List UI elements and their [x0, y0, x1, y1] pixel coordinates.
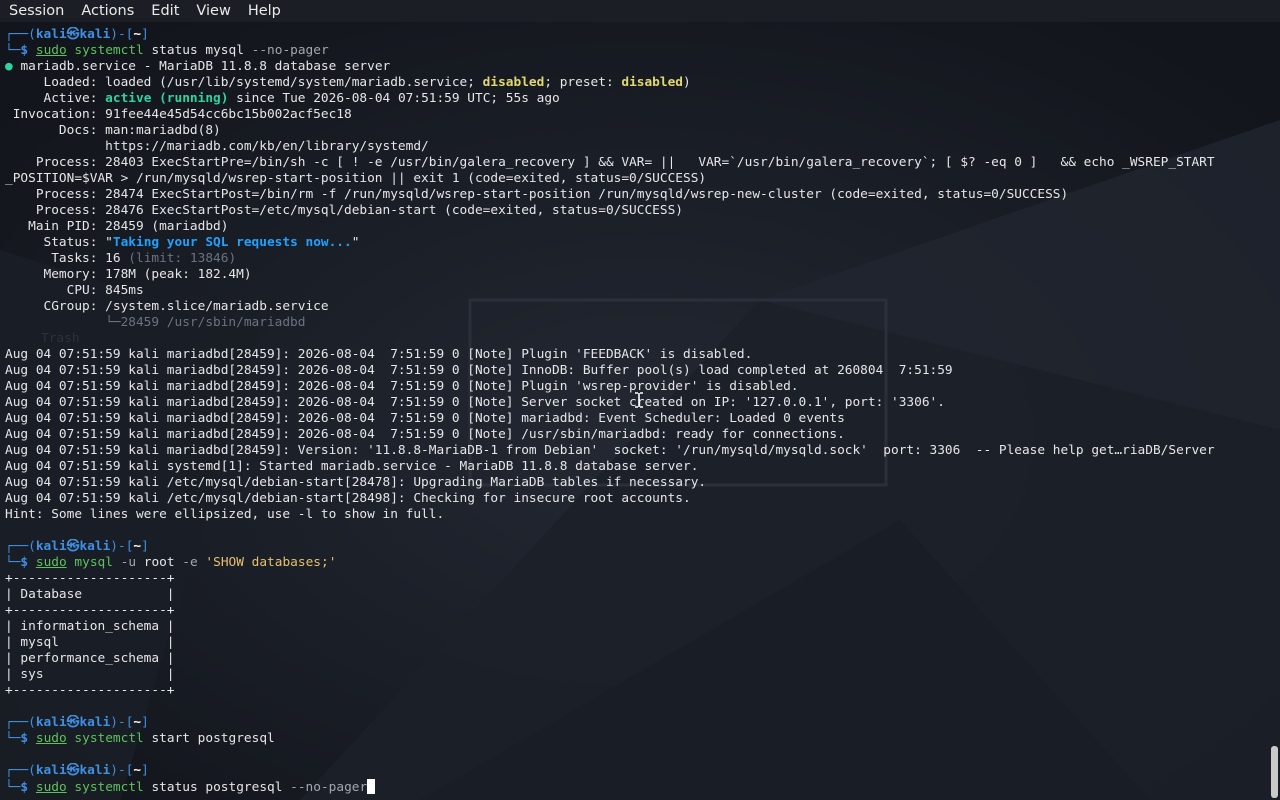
command-line-3: └─$ sudo systemctl start postgresql: [5, 731, 275, 746]
ibeam-cursor-icon: [635, 392, 643, 408]
service-header: ● mariadb.service - MariaDB 11.8.8 datab…: [5, 59, 391, 74]
status-mainpid: Main PID: 28459 (mariadbd): [5, 219, 229, 234]
terminal-output[interactable]: ┌──(kali㉿kali)-[~] └─$ sudo systemctl st…: [5, 27, 1267, 800]
journal-line: Aug 04 07:51:59 kali mariadbd[28459]: Ve…: [5, 443, 1215, 458]
status-cgroup-child: └─28459 /usr/sbin/mariadbd: [5, 315, 306, 330]
journal-line: Aug 04 07:51:59 kali /etc/mysql/debian-s…: [5, 491, 691, 506]
journal-line: Aug 04 07:51:59 kali mariadbd[28459]: 20…: [5, 411, 845, 426]
db-table-row: | mysql |: [5, 635, 175, 650]
status-memory: Memory: 178M (peak: 182.4M): [5, 267, 252, 282]
menu-session[interactable]: Session: [0, 0, 72, 22]
status-loaded: Loaded: loaded (/usr/lib/systemd/system/…: [5, 75, 691, 90]
status-process-1-wrap: _POSITION=$VAR > /run/mysqld/wsrep-start…: [5, 171, 707, 186]
db-table-border: +--------------------+: [5, 683, 175, 698]
status-status: Status: "Taking your SQL requests now...…: [5, 235, 360, 250]
db-table-row: | performance_schema |: [5, 651, 175, 666]
menu-help[interactable]: Help: [239, 0, 289, 22]
terminal-scrollbar[interactable]: [1271, 746, 1278, 798]
db-table-border: +--------------------+: [5, 571, 175, 586]
status-tasks: Tasks: 16 (limit: 13846): [5, 251, 237, 266]
command-line-1: └─$ sudo systemctl status mysql --no-pag…: [5, 43, 329, 58]
journal-line: Aug 04 07:51:59 kali mariadbd[28459]: 20…: [5, 363, 953, 378]
journal-line: Aug 04 07:51:59 kali mariadbd[28459]: 20…: [5, 427, 845, 442]
menu-actions[interactable]: Actions: [72, 0, 142, 22]
journal-line: Aug 04 07:51:59 kali /etc/mysql/debian-s…: [5, 475, 707, 490]
status-cpu: CPU: 845ms: [5, 283, 144, 298]
prompt-line-4: ┌──(kali㉿kali)-[~]: [5, 763, 149, 778]
prompt-user: kali: [35, 27, 67, 42]
desktop-trash-label: Trash: [41, 331, 80, 346]
prompt-line-2: ┌──(kali㉿kali)-[~]: [5, 539, 149, 554]
status-process-3: Process: 28476 ExecStartPost=/etc/mysql/…: [5, 203, 683, 218]
status-docs-url: https://mariadb.com/kb/en/library/system…: [5, 139, 429, 154]
status-active: Active: active (running) since Tue 2026-…: [5, 91, 560, 106]
prompt-host: kali: [79, 27, 111, 42]
db-table-border: +--------------------+: [5, 603, 175, 618]
prompt-line-3: ┌──(kali㉿kali)-[~]: [5, 715, 149, 730]
menu-edit[interactable]: Edit: [142, 0, 187, 22]
status-cgroup: CGroup: /system.slice/mariadb.service: [5, 299, 329, 314]
command-line-4[interactable]: └─$ sudo systemctl status postgresql --n…: [5, 779, 1267, 795]
command-line-2: └─$ sudo mysql -u root -e 'SHOW database…: [5, 555, 337, 570]
db-table-row: | sys |: [5, 667, 175, 682]
journal-line: Aug 04 07:51:59 kali mariadbd[28459]: 20…: [5, 347, 753, 362]
prompt-line-1: ┌──(kali㉿kali)-[~]: [5, 27, 149, 42]
hint-line: Hint: Some lines were ellipsized, use -l…: [5, 507, 445, 522]
menu-bar: Session Actions Edit View Help: [0, 0, 1280, 22]
status-process-2: Process: 28474 ExecStartPost=/bin/rm -f …: [5, 187, 1069, 202]
db-table-row: | information_schema |: [5, 619, 175, 634]
menu-view[interactable]: View: [187, 0, 238, 22]
status-invocation: Invocation: 91fee44e45d54cc6bc15b002acf5…: [5, 107, 352, 122]
journal-line: Aug 04 07:51:59 kali systemd[1]: Started…: [5, 459, 699, 474]
status-docs: Docs: man:mariadbd(8): [5, 123, 221, 138]
status-process-1: Process: 28403 ExecStartPre=/bin/sh -c […: [5, 155, 1215, 170]
prompt-dir: ~: [133, 27, 142, 42]
db-table-header: | Database |: [5, 587, 175, 602]
text-cursor: [367, 779, 376, 794]
